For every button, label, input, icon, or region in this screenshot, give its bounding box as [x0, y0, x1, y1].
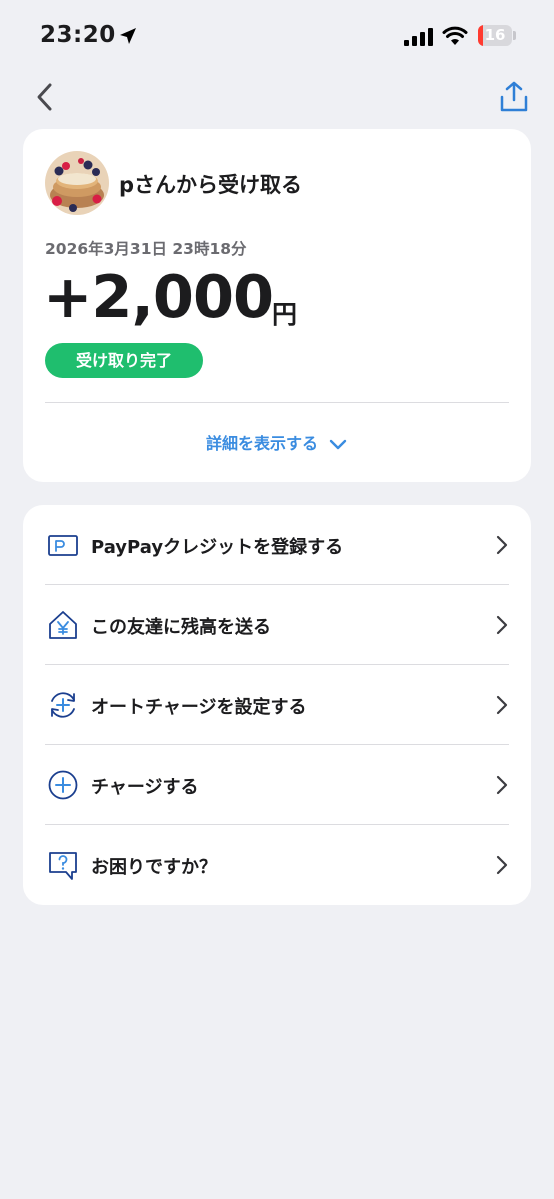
chevron-right-icon	[496, 695, 508, 715]
battery-indicator: 16	[478, 25, 512, 46]
chevron-down-icon	[329, 439, 347, 449]
wifi-icon	[442, 26, 468, 45]
cellular-signal-icon	[404, 28, 433, 46]
currency-label: 円	[272, 300, 298, 329]
chevron-left-icon	[37, 83, 52, 111]
menu-item-label: チャージする	[91, 777, 199, 798]
menu-item-label: この友達に残高を送る	[91, 617, 271, 638]
menu-item-label: オートチャージを設定する	[91, 697, 307, 718]
menu-item-label: PayPayクレジットを登録する	[91, 537, 344, 558]
share-button[interactable]	[496, 80, 532, 114]
show-details-label: 詳細を表示する	[205, 434, 318, 453]
action-menu-card: PayPayクレジットを登録する この友達に残高を送る オートチャージを設定する	[23, 505, 531, 905]
transaction-datetime: 2026年3月31日 23時18分	[45, 240, 247, 258]
share-icon	[500, 81, 528, 112]
location-arrow-icon	[120, 28, 136, 44]
auto-charge-icon	[51, 692, 75, 718]
menu-item-help[interactable]: お困りですか？	[23, 825, 531, 905]
status-bar: 23:20 16	[0, 0, 554, 72]
chevron-right-icon	[496, 615, 508, 635]
chevron-right-icon	[496, 855, 508, 875]
help-bubble-icon	[49, 852, 77, 880]
battery-level: 16	[484, 26, 506, 44]
credit-card-icon	[48, 535, 78, 556]
chevron-right-icon	[496, 775, 508, 795]
battery-tip	[513, 31, 516, 40]
amount-value: +2,000	[43, 262, 274, 331]
avatar	[45, 151, 109, 215]
sender-title: pさんから受け取る	[119, 173, 303, 197]
back-button[interactable]	[30, 80, 62, 114]
show-details-link[interactable]: 詳細を表示する	[23, 430, 531, 454]
menu-item-send-balance[interactable]: この友達に残高を送る	[23, 585, 531, 665]
transaction-card: pさんから受け取る 2026年3月31日 23時18分 +2,000 円 受け取…	[23, 129, 531, 482]
status-time: 23:20	[40, 22, 116, 48]
divider	[45, 402, 509, 403]
chevron-right-icon	[496, 535, 508, 555]
status-badge: 受け取り完了	[45, 343, 203, 378]
house-yen-icon	[49, 611, 77, 639]
menu-item-auto-charge[interactable]: オートチャージを設定する	[23, 665, 531, 745]
menu-item-register-credit[interactable]: PayPayクレジットを登録する	[23, 505, 531, 585]
menu-item-label: お困りですか？	[91, 857, 217, 878]
plus-circle-icon	[48, 770, 78, 800]
menu-item-charge[interactable]: チャージする	[23, 745, 531, 825]
